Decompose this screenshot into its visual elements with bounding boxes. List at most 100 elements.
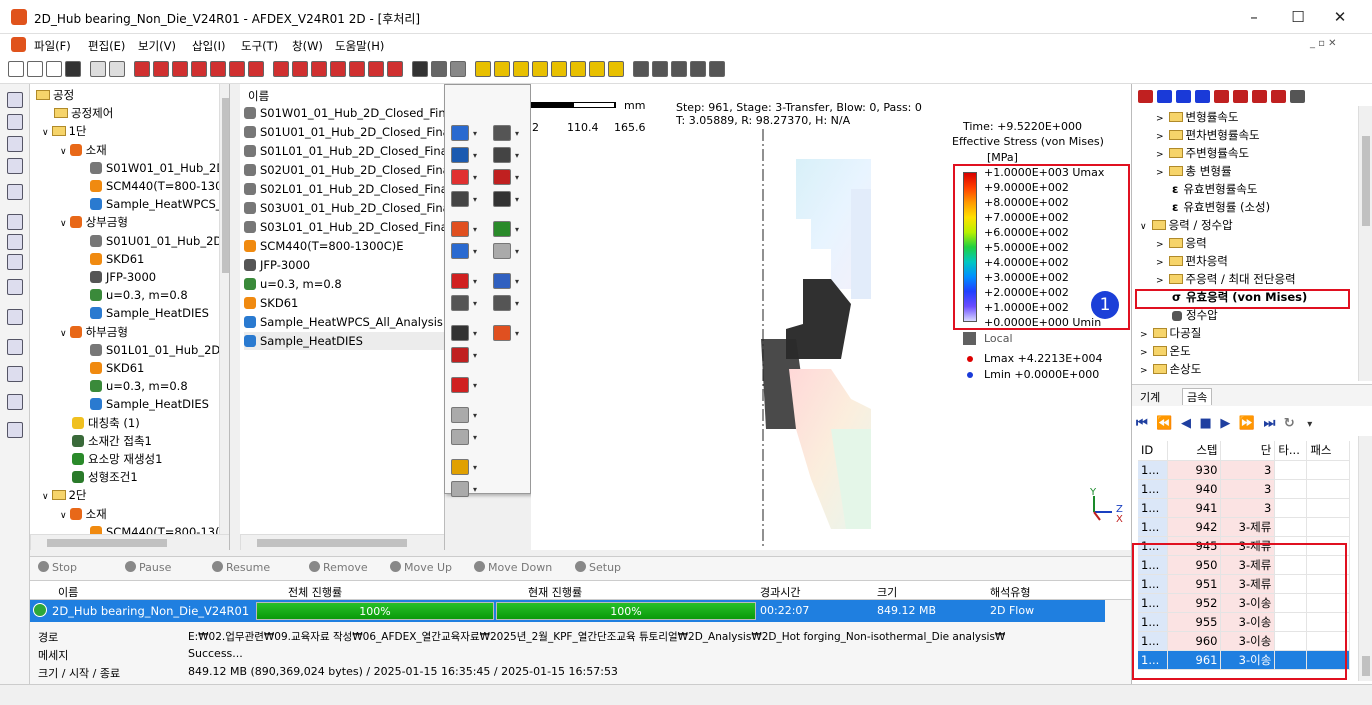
list-item[interactable]: JFP-3000 <box>244 256 310 274</box>
tree-item[interactable]: JFP-3000 <box>90 268 156 286</box>
toolbar-button[interactable] <box>387 61 403 77</box>
dropdown-arrow-icon[interactable]: ▾ <box>515 129 519 138</box>
palette-tool-button[interactable] <box>451 169 469 185</box>
menu-view[interactable]: 보기(V) <box>138 38 176 54</box>
dropdown-arrow-icon[interactable]: ▾ <box>515 225 519 234</box>
expand-arrow-icon[interactable]: > <box>1156 258 1164 268</box>
list-item[interactable]: S01L01_01_Hub_2D_Closed_Final. <box>244 142 444 160</box>
expand-arrow-icon[interactable]: ∨ <box>60 147 67 157</box>
palette-tool-button[interactable] <box>451 125 469 141</box>
expand-arrow-icon[interactable]: > <box>1156 240 1164 250</box>
palette-tool-button[interactable] <box>451 481 469 497</box>
tree-item[interactable]: S01L01_01_Hub_2D <box>90 341 220 359</box>
tree-item[interactable]: 공정제어 <box>54 104 113 122</box>
toolbar-button[interactable] <box>450 61 466 77</box>
dropdown-arrow-icon[interactable]: ▾ <box>473 485 477 494</box>
list-item[interactable]: Sample_HeatWPCS_All_Analysis <box>244 313 443 331</box>
tree-scrollbar[interactable] <box>219 84 229 534</box>
expand-arrow-icon[interactable]: > <box>1156 114 1164 124</box>
dropdown-arrow-icon[interactable]: ▾ <box>515 173 519 182</box>
list-item[interactable]: u=0.3, m=0.8 <box>244 275 342 293</box>
table-row[interactable]: 1... 930 3 <box>1138 460 1350 480</box>
side-tool-button[interactable] <box>7 394 23 410</box>
result-tree-item[interactable]: > 변형률속도 <box>1156 108 1238 126</box>
prev-fast-button[interactable]: ⏪ <box>1156 416 1172 431</box>
result-tree-item[interactable]: > 총 변형률 <box>1156 162 1232 180</box>
side-tool-button[interactable] <box>7 184 23 200</box>
side-tool-button[interactable] <box>7 254 23 270</box>
result-tree-item[interactable]: ∨ 응력 / 정수압 <box>1140 216 1233 234</box>
job-column-header[interactable]: 경과시간 <box>760 584 800 600</box>
expand-arrow-icon[interactable]: ∨ <box>42 128 49 138</box>
tree-item[interactable]: Sample_HeatWPCS_ <box>90 195 222 213</box>
next-button[interactable]: ▶ <box>1220 416 1230 431</box>
list-item[interactable]: S03L01_01_Hub_2D_Closed_Final. <box>244 218 444 236</box>
side-tool-button[interactable] <box>7 114 23 130</box>
dropdown-arrow-icon[interactable]: ▾ <box>473 299 477 308</box>
tree-item[interactable]: SKD61 <box>90 250 144 268</box>
list-item[interactable]: S03U01_01_Hub_2D_Closed_Final <box>244 199 444 217</box>
dropdown-arrow-icon[interactable]: ▾ <box>473 277 477 286</box>
side-tool-button[interactable] <box>7 92 23 108</box>
list-item[interactable]: SKD61 <box>244 294 298 312</box>
list-item[interactable]: SCM440(T=800-1300C)E <box>244 237 404 255</box>
tree-item[interactable]: 성형조건1 <box>72 468 138 486</box>
toolbar-button[interactable] <box>90 61 106 77</box>
toolbar-button[interactable] <box>46 61 62 77</box>
dropdown-arrow-icon[interactable]: ▾ <box>515 329 519 338</box>
list-item[interactable]: S01U01_01_Hub_2D_Closed_Final <box>244 123 444 141</box>
menu-window[interactable]: 창(W) <box>292 38 323 54</box>
app-menu-icon[interactable] <box>11 37 26 52</box>
job-move-up-button[interactable]: Move Up <box>390 561 452 574</box>
tree-item[interactable]: ∨ 소재 <box>60 141 107 159</box>
toolbar-button[interactable] <box>292 61 308 77</box>
list-item[interactable]: S02L01_01_Hub_2D_Closed_Final. <box>244 180 444 198</box>
menu-help[interactable]: 도움말(H) <box>335 38 384 54</box>
toolbar-button[interactable] <box>633 61 649 77</box>
dropdown-arrow-icon[interactable]: ▾ <box>473 247 477 256</box>
result-tree-item[interactable]: > 주변형률속도 <box>1156 144 1249 162</box>
palette-tool-button[interactable] <box>451 273 469 289</box>
expand-arrow-icon[interactable]: ∨ <box>1140 222 1147 232</box>
toolbar-button[interactable] <box>27 61 43 77</box>
palette-tool-button[interactable] <box>451 377 469 393</box>
palette-tool-button[interactable] <box>451 459 469 475</box>
palette-tool-button[interactable] <box>493 169 511 185</box>
tree-item[interactable]: 공정 <box>36 86 74 104</box>
tree-item[interactable]: ∨ 2단 <box>42 486 87 504</box>
tree-item[interactable]: 소재간 접촉1 <box>72 432 152 450</box>
menu-insert[interactable]: 삽입(I) <box>192 38 226 54</box>
side-tool-button[interactable] <box>7 279 23 295</box>
side-tool-button[interactable] <box>7 366 23 382</box>
side-tool-button[interactable] <box>7 214 23 230</box>
palette-tool-button[interactable] <box>493 221 511 237</box>
palette-tool-button[interactable] <box>451 325 469 341</box>
tree-item[interactable]: u=0.3, m=0.8 <box>90 286 188 304</box>
palette-tool-button[interactable] <box>493 125 511 141</box>
dropdown-arrow-icon[interactable]: ▾ <box>515 277 519 286</box>
dropdown-arrow-icon[interactable]: ▾ <box>473 329 477 338</box>
dropdown-arrow-icon[interactable]: ▾ <box>473 151 477 160</box>
palette-tool-button[interactable] <box>451 243 469 259</box>
result-toolbar-button[interactable] <box>1176 90 1191 103</box>
palette-tool-button[interactable] <box>493 191 511 207</box>
job-row[interactable]: 2D_Hub bearing_Non_Die_V24R01 100% 100% … <box>30 600 1105 622</box>
expand-arrow-icon[interactable]: > <box>1140 348 1148 358</box>
step-table-scrollbar[interactable] <box>1358 436 1372 681</box>
dropdown-arrow-icon[interactable]: ▾ <box>515 247 519 256</box>
expand-arrow-icon[interactable]: > <box>1156 168 1164 178</box>
toolbar-button[interactable] <box>330 61 346 77</box>
tree-item[interactable]: Sample_HeatDIES <box>90 304 209 322</box>
list-item[interactable]: S01W01_01_Hub_2D_Closed_Fina <box>244 104 444 122</box>
palette-tool-button[interactable] <box>493 273 511 289</box>
loop-icon[interactable]: ↻ <box>1284 416 1295 431</box>
table-row[interactable]: 1... 940 3 <box>1138 479 1350 499</box>
dropdown-arrow-icon[interactable]: ▾ <box>515 299 519 308</box>
side-tool-button[interactable] <box>7 136 23 152</box>
tree-item[interactable]: S01W01_01_Hub_2D <box>90 159 225 177</box>
list-header[interactable]: 이름 <box>248 88 269 104</box>
palette-tool-button[interactable] <box>493 325 511 341</box>
dropdown-arrow-icon[interactable]: ▾ <box>473 433 477 442</box>
dropdown-arrow-icon[interactable]: ▾ <box>473 173 477 182</box>
column-header[interactable]: 단 <box>1220 441 1276 461</box>
